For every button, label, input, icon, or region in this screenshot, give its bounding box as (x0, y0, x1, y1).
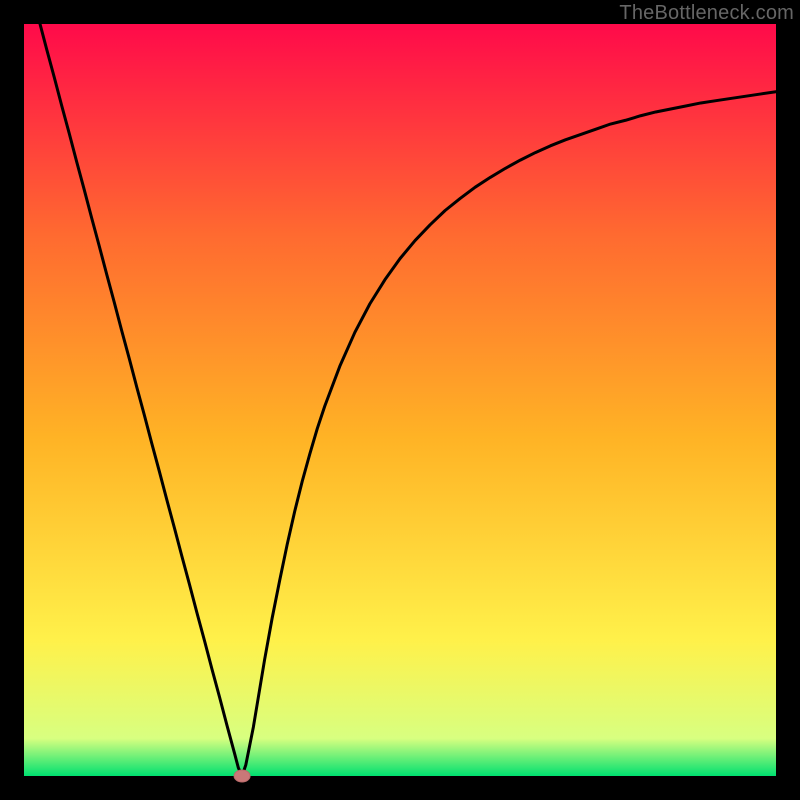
watermark-text: TheBottleneck.com (619, 2, 794, 25)
bottleneck-chart (0, 0, 800, 800)
plot-area (24, 24, 776, 776)
optimal-point-marker (234, 770, 250, 782)
chart-container: TheBottleneck.com (0, 0, 800, 800)
